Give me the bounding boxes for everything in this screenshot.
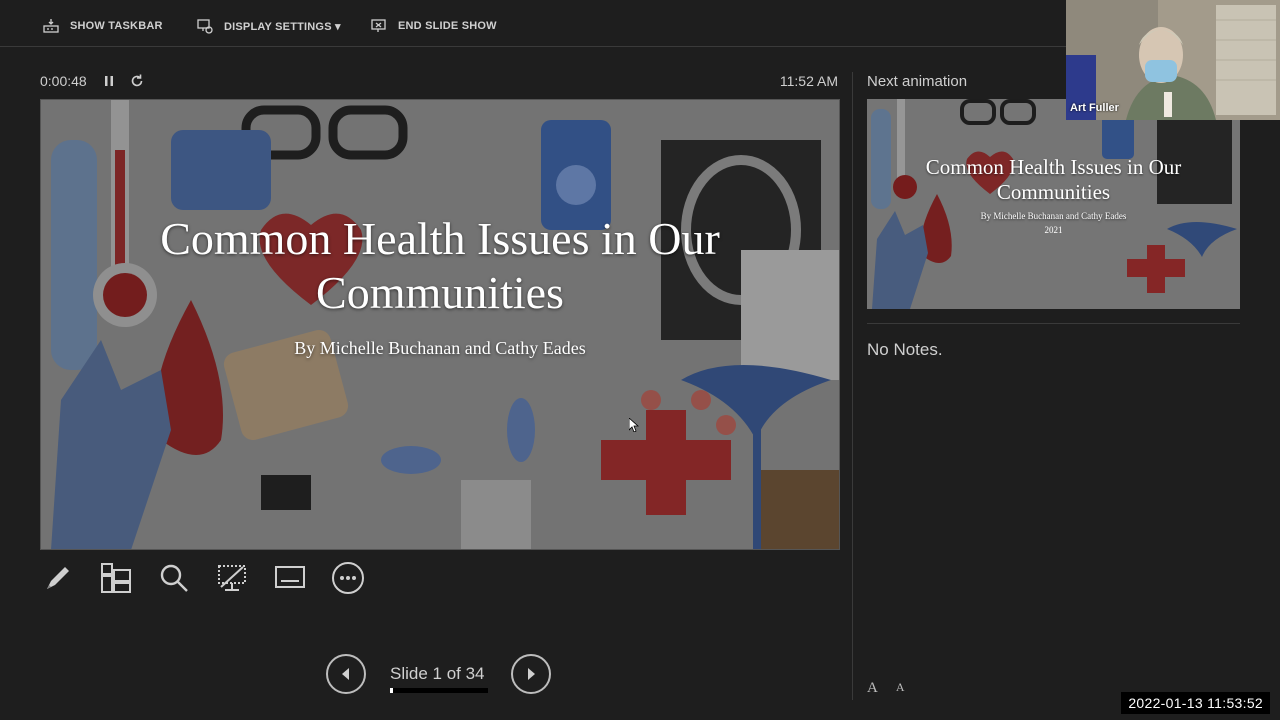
- slide-title: Common Health Issues in Our Communities: [160, 213, 720, 318]
- speaker-notes: No Notes.: [867, 340, 943, 359]
- end-slide-show-label: END SLIDE SHOW: [398, 20, 497, 32]
- pen-icon: [47, 567, 69, 589]
- slide-subtitle: By Michelle Buchanan and Cathy Eades: [294, 338, 586, 358]
- slide-navigation: Slide 1 of 34: [326, 654, 556, 696]
- panel-divider: [852, 72, 853, 700]
- next-animation-label: Next animation: [867, 73, 968, 90]
- decrease-font-button[interactable]: A: [896, 680, 905, 697]
- show-taskbar-label: SHOW TASKBAR: [70, 20, 163, 32]
- display-settings-icon: [197, 19, 213, 34]
- display-settings-button[interactable]: DISPLAY SETTINGS ▾: [196, 14, 341, 38]
- thumbnail-subtitle: By Michelle Buchanan and Cathy Eades: [980, 211, 1127, 221]
- slide-tools: [40, 560, 366, 596]
- next-slide-thumbnail[interactable]: Common Health Issues in Our Communities …: [867, 99, 1240, 309]
- pause-icon[interactable]: [100, 72, 118, 90]
- presenter-toolbar: SHOW TASKBAR DISPLAY SETTINGS ▾ END SLID…: [0, 0, 1066, 47]
- more-options-button[interactable]: [330, 560, 366, 596]
- next-slide-button[interactable]: [511, 654, 551, 694]
- mouse-cursor-icon: [629, 418, 639, 432]
- webcam-feed: Art Fuller: [1066, 0, 1280, 120]
- black-screen-button[interactable]: [214, 560, 250, 596]
- next-icon: [528, 668, 535, 680]
- see-all-slides-icon: [101, 563, 131, 593]
- slide-counter[interactable]: Slide 1 of 34: [390, 664, 485, 684]
- restart-icon[interactable]: [128, 72, 146, 90]
- slide-background-art: [41, 100, 839, 549]
- end-show-icon: [371, 19, 386, 32]
- taskbar-icon: [43, 19, 59, 33]
- subtitles-icon: [275, 566, 305, 588]
- increase-font-button[interactable]: A: [867, 680, 878, 697]
- thumbnail-year: 2021: [1044, 225, 1063, 235]
- see-all-slides-button[interactable]: [98, 560, 134, 596]
- participant-name: Art Fuller: [1070, 102, 1119, 114]
- end-slide-show-button[interactable]: END SLIDE SHOW: [370, 14, 497, 38]
- current-time: 11:52 AM: [779, 73, 838, 89]
- current-slide[interactable]: Common Health Issues in Our Communities …: [40, 99, 840, 550]
- display-settings-label: DISPLAY SETTINGS ▾: [224, 20, 341, 33]
- elapsed-timer: 0:00:48: [40, 73, 87, 89]
- pen-tool-button[interactable]: [40, 560, 76, 596]
- zoom-icon: [160, 564, 188, 592]
- slide-progress-fill: [390, 688, 393, 693]
- previous-icon: [342, 668, 349, 680]
- subtitles-button[interactable]: [272, 560, 308, 596]
- zoom-button[interactable]: [156, 560, 192, 596]
- notes-separator: [867, 323, 1240, 324]
- recording-timestamp: 2022-01-13 11:53:52: [1121, 692, 1270, 714]
- show-taskbar-button[interactable]: SHOW TASKBAR: [42, 14, 163, 38]
- notes-font-controls: A A: [867, 680, 905, 697]
- previous-slide-button[interactable]: [326, 654, 366, 694]
- thumbnail-title: Common Health Issues in Our Communities: [925, 155, 1182, 204]
- more-options-icon: [332, 562, 364, 594]
- slide-progress: [390, 688, 488, 693]
- black-screen-icon: [218, 565, 246, 591]
